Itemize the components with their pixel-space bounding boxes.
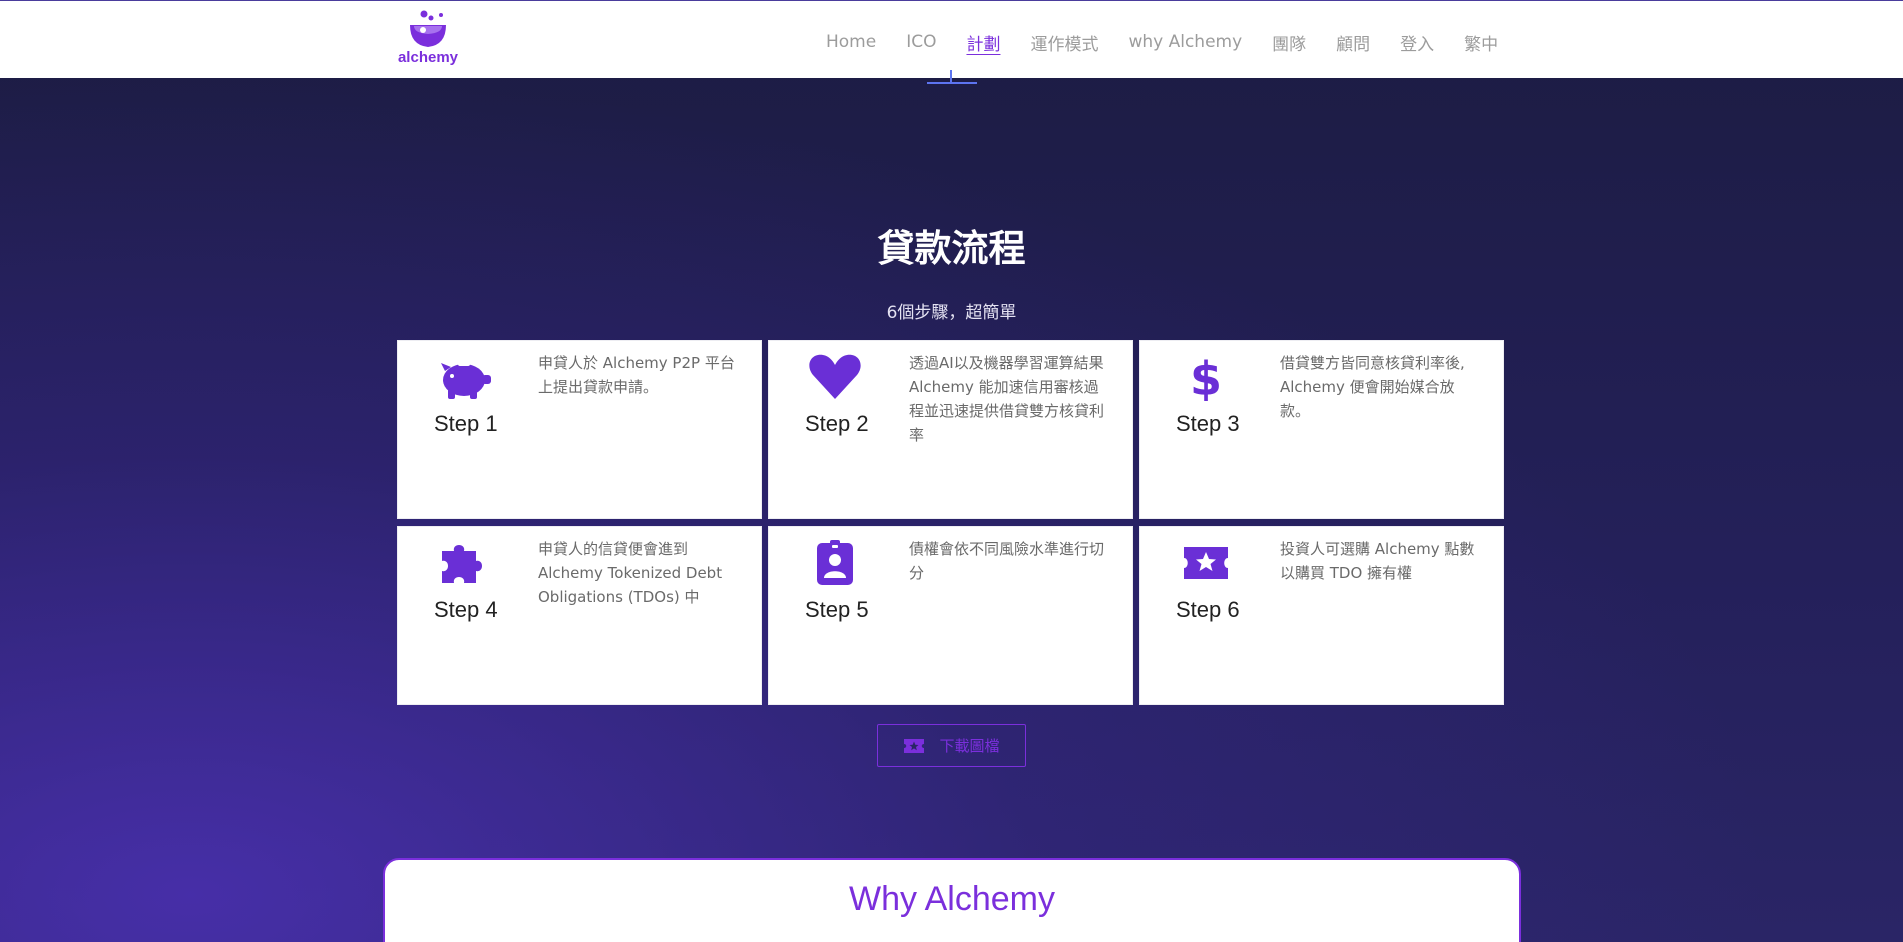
puzzle-icon [442,545,482,583]
step-description: 透過AI以及機器學習運算結果 Alchemy 能加速信用審核過程並迅速提供借貸雙… [909,354,1105,444]
step-card-5: Step 5 債權會依不同風險水準進行切分 [768,526,1133,705]
nav-item-why-alchemy[interactable]: why Alchemy [1128,32,1242,52]
heart-icon [809,354,861,399]
step-label: Step 6 [1176,597,1240,622]
svg-text:$: $ [1190,353,1222,401]
id-badge-icon [817,540,853,585]
nav-item-operation-model[interactable]: 運作模式 [1030,30,1098,55]
ticket-star-icon [904,738,925,753]
step-card-6: Step 6 投資人可選購 Alchemy 點數以購買 TDO 擁有權 [1139,526,1504,705]
step-description: 申貸人於 Alchemy P2P 平台上提出貸款申請。 [538,354,735,396]
nav-item-login[interactable]: 登入 [1400,30,1434,55]
why-alchemy-panel: Why Alchemy [383,858,1521,942]
site-header: alchemy Home ICO 計劃 運作模式 why Alchemy 團隊 … [0,1,1903,78]
step-label: Step 2 [805,411,869,436]
step-description: 借貸雙方皆同意核貸利率後, Alchemy 便會開始媒合放款。 [1280,354,1465,420]
step-card-3: $ Step 3 借貸雙方皆同意核貸利率後, Alchemy 便會開始媒合放款。 [1139,340,1504,519]
why-alchemy-title: Why Alchemy [849,880,1055,918]
piggy-bank-icon [441,362,491,399]
steps-grid: Step 1 申貸人於 Alchemy P2P 平台上提出貸款申請。 Step … [397,340,1504,706]
download-image-button[interactable]: 下載圖檔 [877,724,1026,767]
flask-logo-icon [410,10,446,47]
step-label: Step 1 [434,411,498,436]
section-title: 貸款流程 [877,226,1026,270]
step-description: 債權會依不同風險水準進行切分 [909,540,1105,582]
nav-item-home[interactable]: Home [826,32,876,52]
nav-item-ico[interactable]: ICO [906,32,936,52]
nav-item-team[interactable]: 團隊 [1272,30,1306,55]
ticket-star-icon [1184,547,1228,579]
brand-logo[interactable]: alchemy [396,9,460,69]
decorative-line [927,82,977,84]
step-description: 投資人可選購 Alchemy 點數以購買 TDO 擁有權 [1280,540,1475,582]
brand-name: alchemy [397,49,459,66]
nav-item-plan[interactable]: 計劃 [966,30,1000,55]
download-button-label: 下載圖檔 [939,737,1000,755]
step-card-2: Step 2 透過AI以及機器學習運算結果 Alchemy 能加速信用審核過程並… [768,340,1133,519]
dollar-icon: $ [1190,353,1222,401]
step-card-1: Step 1 申貸人於 Alchemy P2P 平台上提出貸款申請。 [397,340,762,519]
step-label: Step 3 [1176,411,1240,436]
section-subtitle: 6個步驟，超簡單 [886,303,1017,323]
step-label: Step 4 [434,597,498,622]
step-card-4: Step 4 申貸人的信貸便會進到 Alchemy Tokenized Debt… [397,526,762,705]
step-description: 申貸人的信貸便會進到 Alchemy Tokenized Debt Obliga… [538,540,723,606]
step-label: Step 5 [805,597,869,622]
nav-item-language[interactable]: 繁中 [1464,30,1498,55]
nav-item-advisors[interactable]: 顧問 [1336,30,1370,55]
main-nav: Home ICO 計劃 運作模式 why Alchemy 團隊 顧問 登入 繁中 [826,27,1498,57]
